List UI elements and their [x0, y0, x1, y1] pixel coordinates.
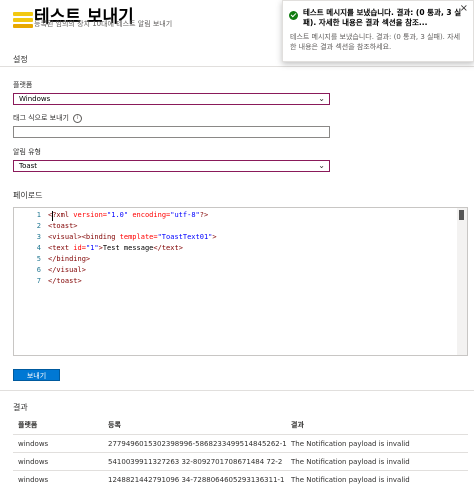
notification-type-select[interactable]: Toast ⌄ [13, 160, 330, 172]
info-icon[interactable]: i [73, 113, 83, 123]
code-line: <?xml version="1.0" encoding="utf-8"?> [48, 211, 208, 219]
editor-scrollbar[interactable] [457, 208, 467, 355]
code-token: version= [73, 211, 108, 219]
tag-expression-label: 태그 식으로 보내기 i [13, 113, 83, 123]
registration-cell: 2779496015302398996-5868233499514845262-… [108, 440, 287, 448]
line-number: 2 [36, 222, 41, 230]
line-number: 4 [36, 244, 41, 252]
code-token: template= [119, 233, 158, 241]
divider [0, 66, 474, 67]
line-number: 6 [36, 266, 41, 274]
code-token: "ToastText01" [157, 233, 213, 241]
payload-label: 페이로드 [13, 191, 43, 200]
line-number: 7 [36, 277, 41, 285]
column-header: 결과 [291, 421, 304, 429]
payload-editor[interactable]: 1 2 3 4 5 6 7 <?xml version="1.0" encodi… [13, 207, 468, 356]
line-number: 1 [36, 211, 41, 219]
code-token: <visual><binding [48, 233, 120, 241]
checkmark-icon [289, 11, 298, 20]
success-toast[interactable]: 테스트 메시지를 보냈습니다. 결과: (0 통과, 3 실패). 자세한 내용… [282, 0, 474, 62]
code-token: encoding= [132, 211, 171, 219]
platform-cell: windows [18, 458, 49, 466]
code-token: <text [48, 244, 74, 252]
code-token: "1.0" [107, 211, 133, 219]
code-token: "utf-8" [170, 211, 200, 219]
registration-cell: 1248821442791096 34-7288064605293136311-… [108, 476, 285, 484]
column-header: 등록 [108, 421, 121, 429]
code-line: <toast> [48, 222, 78, 230]
send-button[interactable]: 보내기 [13, 369, 60, 381]
code-token: ?> [199, 211, 209, 219]
tag-expression-label-text: 태그 식으로 보내기 [13, 114, 69, 122]
toast-title: 테스트 메시지를 보냈습니다. 결과: (0 통과, 3 실패). 자세한 내용… [303, 8, 462, 27]
divider [0, 390, 474, 391]
code-line: <visual><binding template="ToastText01"> [48, 233, 217, 241]
line-number: 3 [36, 233, 41, 241]
code-line: </visual> [48, 266, 86, 274]
code-line: <text id="1">Test message</text> [48, 244, 183, 252]
table-row: windows 2779496015302398996-586823349951… [13, 434, 468, 453]
platform-cell: windows [18, 476, 49, 484]
result-cell: The Notification payload is invalid [291, 476, 410, 484]
code-token: "1" [85, 244, 99, 252]
scrollbar-thumb[interactable] [459, 210, 464, 220]
results-section-label: 결과 [13, 403, 28, 412]
code-line: </toast> [48, 277, 82, 285]
platform-cell: windows [18, 440, 49, 448]
code-line: </binding> [48, 255, 91, 263]
line-number: 5 [36, 255, 41, 263]
code-token: Test message [102, 244, 154, 252]
page-subtitle: 등록된 임의의 장치 10대에 테스트 알림 보내기 [34, 20, 173, 28]
code-token: <?xml [48, 211, 74, 219]
platform-select[interactable]: Windows ⌄ [13, 93, 330, 105]
result-cell: The Notification payload is invalid [291, 458, 410, 466]
chevron-down-icon: ⌄ [318, 94, 325, 103]
notification-type-label: 알림 유형 [13, 148, 41, 156]
settings-section-label: 설정 [13, 55, 28, 64]
chevron-down-icon: ⌄ [318, 161, 325, 170]
toast-body: 테스트 메시지를 보냈습니다. 결과: (0 통과, 3 실패). 자세한 내용… [290, 33, 461, 51]
code-token: id= [73, 244, 86, 252]
registration-cell: 5410039911327263 32-8092701708671484 72-… [108, 458, 283, 466]
table-row: windows 1248821442791096 34-728806460529… [13, 470, 468, 489]
tag-expression-input[interactable] [13, 126, 330, 138]
platform-label: 플랫폼 [13, 81, 33, 89]
code-token: </text> [153, 244, 183, 252]
table-row: windows 5410039911327263 32-809270170867… [13, 452, 468, 471]
notification-hub-icon [13, 12, 33, 28]
notification-type-value: Toast [19, 162, 38, 170]
close-icon[interactable]: × [460, 3, 468, 14]
result-cell: The Notification payload is invalid [291, 440, 410, 448]
column-header: 플랫폼 [18, 421, 38, 429]
platform-select-value: Windows [19, 95, 51, 103]
code-token: > [212, 233, 217, 241]
